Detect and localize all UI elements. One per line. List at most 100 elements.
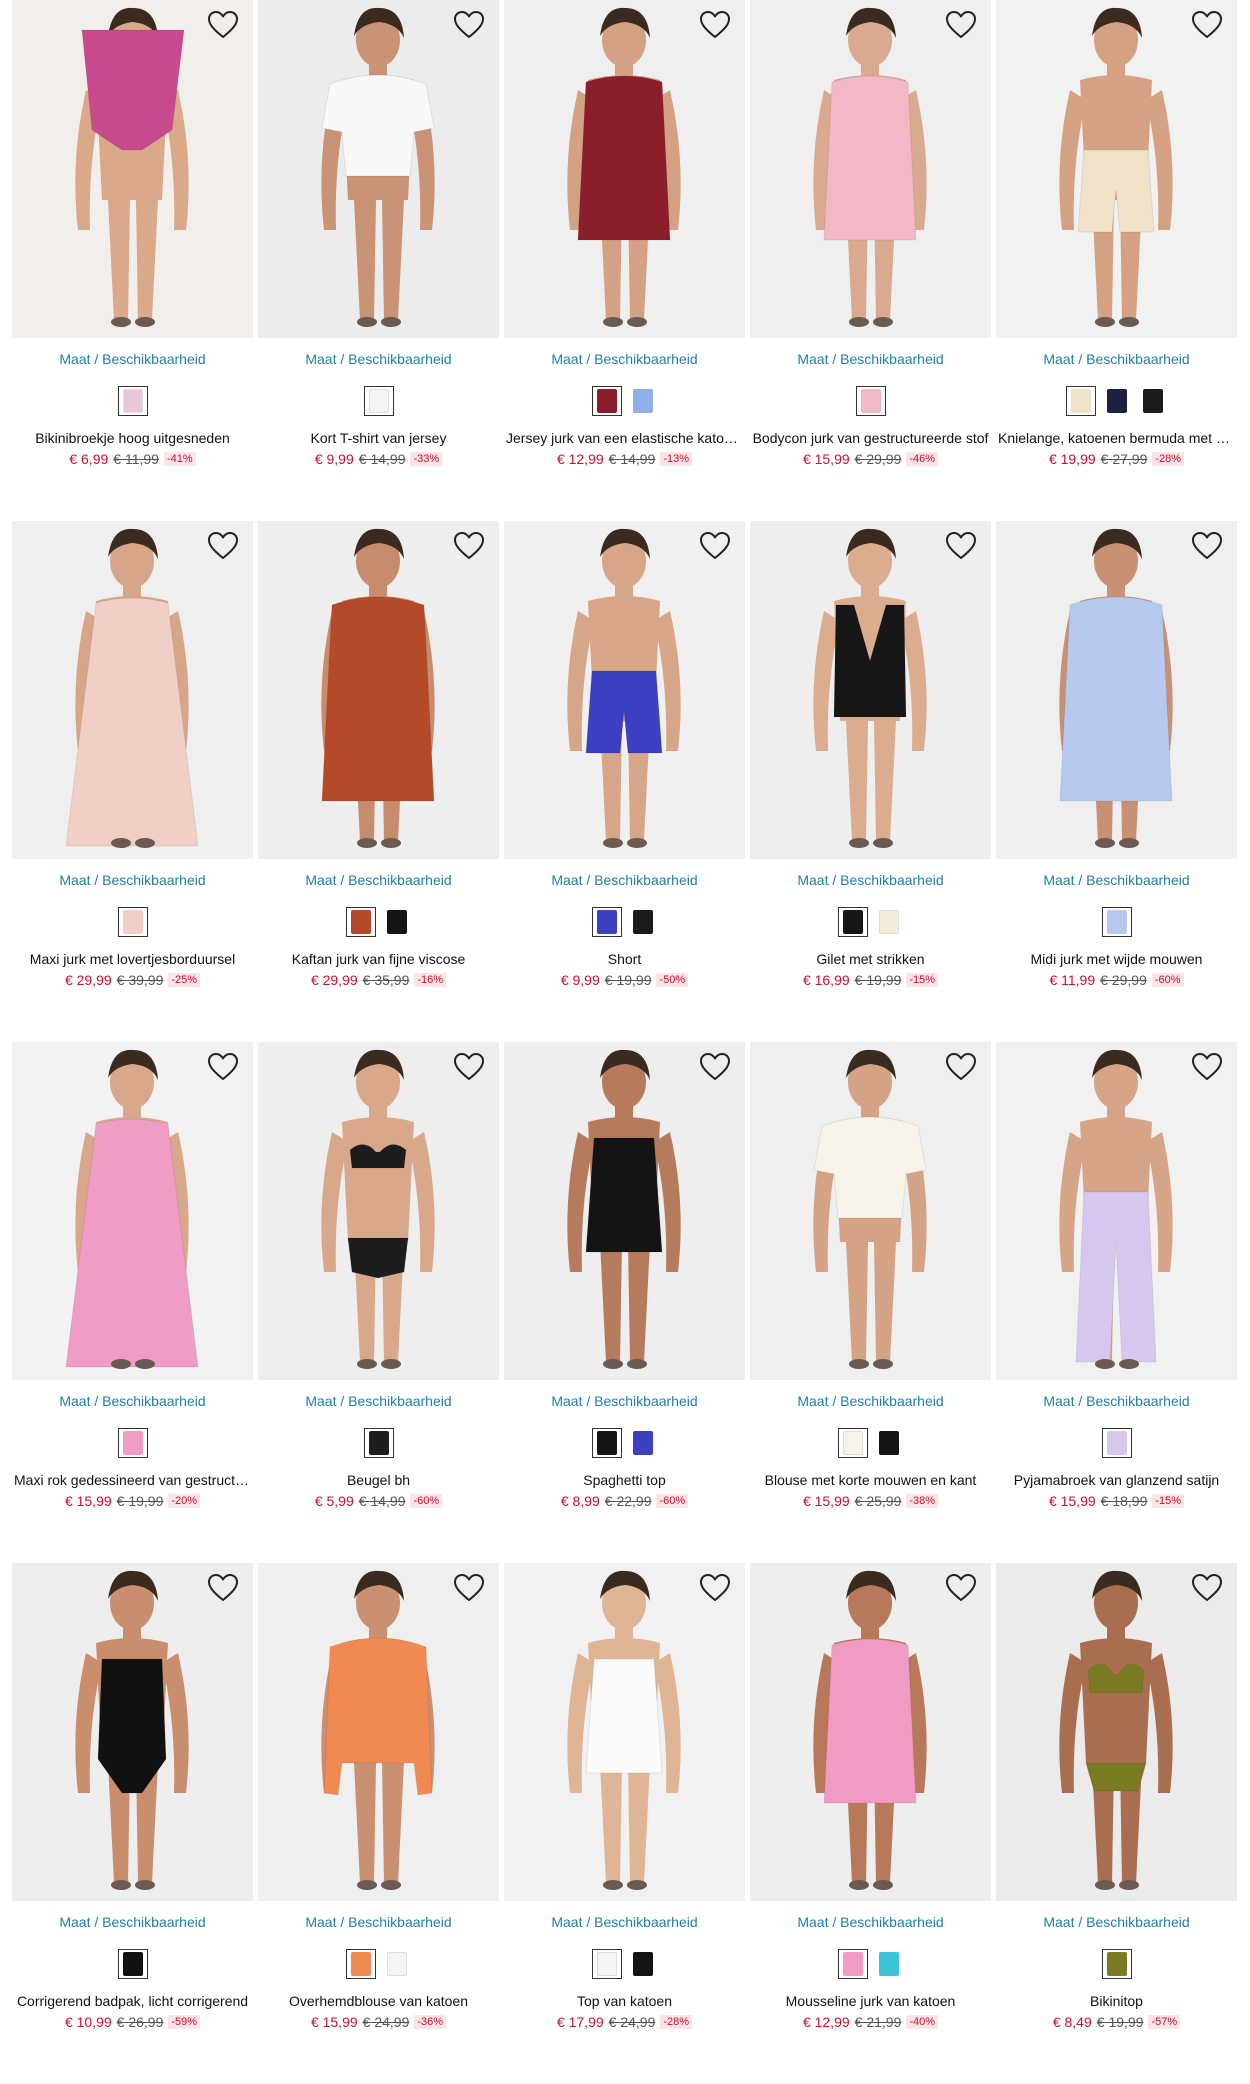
product-image[interactable] — [504, 521, 745, 859]
product-image[interactable] — [12, 0, 253, 338]
product-name[interactable]: Kort T-shirt van jersey — [258, 428, 499, 448]
size-availability-link[interactable]: Maat / Beschikbaarheid — [258, 1392, 499, 1410]
color-swatch[interactable] — [1101, 1428, 1132, 1458]
wishlist-heart-icon[interactable] — [453, 1573, 485, 1603]
color-swatch[interactable] — [345, 907, 376, 937]
product-image[interactable] — [996, 1563, 1237, 1901]
product-card[interactable]: Maat / Beschikbaarheid Knielange, katoen… — [996, 0, 1237, 521]
size-availability-link[interactable]: Maat / Beschikbaarheid — [12, 1913, 253, 1931]
size-availability-link[interactable]: Maat / Beschikbaarheid — [996, 1392, 1237, 1410]
color-swatch[interactable] — [117, 386, 148, 416]
color-swatch[interactable] — [628, 1949, 658, 1979]
product-card[interactable]: Maat / Beschikbaarheid Gilet met strikke… — [750, 521, 991, 1042]
size-availability-link[interactable]: Maat / Beschikbaarheid — [996, 350, 1237, 368]
color-swatch[interactable] — [837, 1428, 868, 1458]
product-card[interactable]: Maat / Beschikbaarheid Mousseline jurk v… — [750, 1563, 991, 2084]
wishlist-heart-icon[interactable] — [699, 1052, 731, 1082]
product-card[interactable]: Maat / Beschikbaarheid Spaghetti top € 8… — [504, 1042, 745, 1563]
color-swatch[interactable] — [628, 907, 658, 937]
wishlist-heart-icon[interactable] — [453, 10, 485, 40]
product-card[interactable]: Maat / Beschikbaarheid Bikinitop € 8,49 … — [996, 1563, 1237, 2084]
product-image[interactable] — [504, 0, 745, 338]
size-availability-link[interactable]: Maat / Beschikbaarheid — [996, 1913, 1237, 1931]
product-name[interactable]: Maxi rok gedessineerd van gestructureerd… — [12, 1470, 253, 1490]
color-swatch[interactable] — [591, 386, 622, 416]
product-name[interactable]: Short — [504, 949, 745, 969]
product-card[interactable]: Maat / Beschikbaarheid Bikinibroekje hoo… — [12, 0, 253, 521]
wishlist-heart-icon[interactable] — [207, 1573, 239, 1603]
product-image[interactable] — [258, 1042, 499, 1380]
wishlist-heart-icon[interactable] — [1191, 1052, 1223, 1082]
product-name[interactable]: Kaftan jurk van fijne viscose — [258, 949, 499, 969]
product-image[interactable] — [996, 1042, 1237, 1380]
product-card[interactable]: Maat / Beschikbaarheid Beugel bh € 5,99 … — [258, 1042, 499, 1563]
color-swatch[interactable] — [345, 1949, 376, 1979]
size-availability-link[interactable]: Maat / Beschikbaarheid — [12, 1392, 253, 1410]
product-image[interactable] — [504, 1042, 745, 1380]
product-card[interactable]: Maat / Beschikbaarheid Corrigerend badpa… — [12, 1563, 253, 2084]
color-swatch[interactable] — [591, 907, 622, 937]
size-availability-link[interactable]: Maat / Beschikbaarheid — [750, 1392, 991, 1410]
product-card[interactable]: Maat / Beschikbaarheid Kaftan jurk van f… — [258, 521, 499, 1042]
product-image[interactable] — [750, 1563, 991, 1901]
color-swatch[interactable] — [837, 907, 868, 937]
product-card[interactable]: Maat / Beschikbaarheid Top van katoen € … — [504, 1563, 745, 2084]
product-card[interactable]: Maat / Beschikbaarheid Jersey jurk van e… — [504, 0, 745, 521]
wishlist-heart-icon[interactable] — [1191, 531, 1223, 561]
color-swatch[interactable] — [1101, 907, 1132, 937]
size-availability-link[interactable]: Maat / Beschikbaarheid — [258, 350, 499, 368]
product-image[interactable] — [750, 0, 991, 338]
product-image[interactable] — [258, 0, 499, 338]
product-name[interactable]: Bodycon jurk van gestructureerde stof — [750, 428, 991, 448]
product-image[interactable] — [996, 521, 1237, 859]
size-availability-link[interactable]: Maat / Beschikbaarheid — [12, 350, 253, 368]
color-swatch[interactable] — [1138, 386, 1168, 416]
size-availability-link[interactable]: Maat / Beschikbaarheid — [750, 871, 991, 889]
wishlist-heart-icon[interactable] — [945, 1573, 977, 1603]
wishlist-heart-icon[interactable] — [453, 531, 485, 561]
color-swatch[interactable] — [382, 1949, 412, 1979]
product-card[interactable]: Maat / Beschikbaarheid Maxi jurk met lov… — [12, 521, 253, 1042]
color-swatch[interactable] — [117, 1949, 148, 1979]
wishlist-heart-icon[interactable] — [207, 10, 239, 40]
product-image[interactable] — [750, 1042, 991, 1380]
color-swatch[interactable] — [117, 1428, 148, 1458]
wishlist-heart-icon[interactable] — [1191, 10, 1223, 40]
wishlist-heart-icon[interactable] — [207, 1052, 239, 1082]
color-swatch[interactable] — [591, 1428, 622, 1458]
size-availability-link[interactable]: Maat / Beschikbaarheid — [258, 871, 499, 889]
color-swatch[interactable] — [855, 386, 886, 416]
size-availability-link[interactable]: Maat / Beschikbaarheid — [750, 350, 991, 368]
color-swatch[interactable] — [1102, 386, 1132, 416]
product-card[interactable]: Maat / Beschikbaarheid Midi jurk met wij… — [996, 521, 1237, 1042]
product-image[interactable] — [750, 521, 991, 859]
product-card[interactable]: Maat / Beschikbaarheid Pyjamabroek van g… — [996, 1042, 1237, 1563]
product-name[interactable]: Bikinitop — [996, 1991, 1237, 2011]
size-availability-link[interactable]: Maat / Beschikbaarheid — [12, 871, 253, 889]
color-swatch[interactable] — [591, 1949, 622, 1979]
product-image[interactable] — [12, 521, 253, 859]
color-swatch[interactable] — [874, 1949, 904, 1979]
color-swatch[interactable] — [382, 907, 412, 937]
product-name[interactable]: Jersey jurk van een elastische katoenmix — [504, 428, 745, 448]
product-name[interactable]: Blouse met korte mouwen en kant — [750, 1470, 991, 1490]
product-name[interactable]: Mousseline jurk van katoen — [750, 1991, 991, 2011]
size-availability-link[interactable]: Maat / Beschikbaarheid — [750, 1913, 991, 1931]
product-image[interactable] — [258, 1563, 499, 1901]
product-card[interactable]: Maat / Beschikbaarheid Maxi rok gedessin… — [12, 1042, 253, 1563]
size-availability-link[interactable]: Maat / Beschikbaarheid — [258, 1913, 499, 1931]
product-image[interactable] — [12, 1563, 253, 1901]
color-swatch[interactable] — [874, 907, 904, 937]
product-name[interactable]: Pyjamabroek van glanzend satijn — [996, 1470, 1237, 1490]
product-name[interactable]: Corrigerend badpak, licht corrigerend — [12, 1991, 253, 2011]
product-image[interactable] — [504, 1563, 745, 1901]
product-name[interactable]: Overhemdblouse van katoen — [258, 1991, 499, 2011]
product-image[interactable] — [258, 521, 499, 859]
color-swatch[interactable] — [874, 1428, 904, 1458]
size-availability-link[interactable]: Maat / Beschikbaarheid — [996, 871, 1237, 889]
product-card[interactable]: Maat / Beschikbaarheid Blouse met korte … — [750, 1042, 991, 1563]
wishlist-heart-icon[interactable] — [1191, 1573, 1223, 1603]
product-name[interactable]: Gilet met strikken — [750, 949, 991, 969]
color-swatch[interactable] — [628, 1428, 658, 1458]
product-name[interactable]: Top van katoen — [504, 1991, 745, 2011]
